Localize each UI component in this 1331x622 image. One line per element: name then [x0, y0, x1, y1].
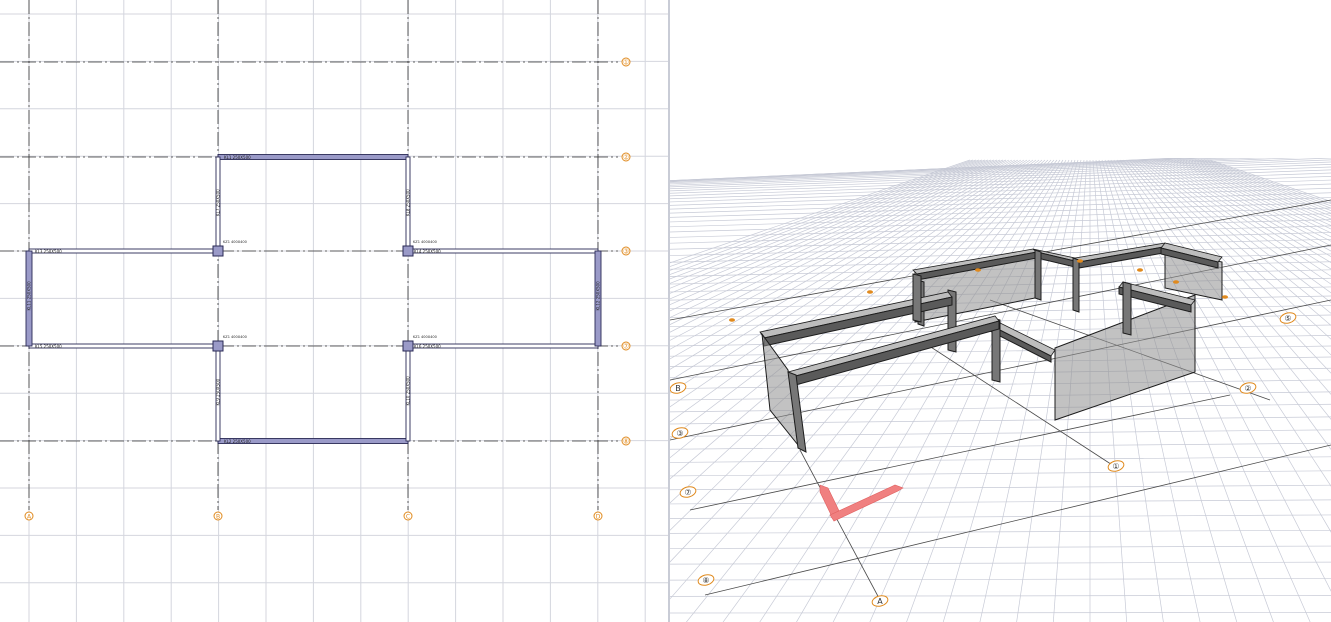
axis-dot [1173, 280, 1179, 284]
floor-line [670, 529, 1331, 534]
floor-line [906, 159, 1076, 622]
floor-line [1209, 159, 1331, 202]
axis-marker-label: D [596, 514, 601, 521]
floor-line [670, 159, 1055, 600]
floor-line [796, 159, 1067, 622]
axis-marker-label: ① [1112, 462, 1119, 471]
sky [670, 0, 1331, 158]
beam-label: KL6 250X500 [414, 344, 441, 349]
axis-marker-label: ③ [623, 248, 629, 256]
column-back[interactable] [1034, 249, 1042, 301]
model-3d-view[interactable]: ⑦ ⑧ A B ③ ② ① ⑤ [670, 0, 1331, 622]
axis-dot [867, 290, 873, 294]
axis-marker-label: A [877, 597, 883, 606]
plan-canvas[interactable]: KL1 250X500 KL2 250X500 KL3 250X500 KL4 250… [0, 0, 668, 622]
floor-line [670, 159, 1007, 325]
floor-line [670, 159, 986, 284]
axis-marker-label: ⑦ [623, 343, 629, 351]
axis-dot [1077, 259, 1083, 263]
plan-background-grid [0, 0, 668, 622]
floor-line [1131, 159, 1331, 356]
axis-marker-label: ⑦ [684, 488, 691, 497]
floor-line [1125, 159, 1331, 395]
plan-axis-lines [0, 0, 618, 510]
plan-columns[interactable]: KZ1 400X400 KZ1 400X400 KZ1 400X400 KZ1 400… [212, 240, 437, 352]
beam-label: KL9 250X500 [216, 378, 221, 405]
floor-line [670, 159, 992, 294]
beam-label: KL5 250X500 [35, 344, 62, 349]
column[interactable] [212, 245, 224, 257]
ucs-axis-icon [819, 484, 904, 522]
floor-line [670, 159, 1046, 504]
column-label: KZ1 400X400 [223, 240, 247, 244]
beam-label: KL4 250X500 [414, 249, 441, 254]
beam-label: KL11 250X500 [27, 281, 32, 311]
floor-line [670, 159, 989, 289]
axis-dot [1137, 268, 1143, 272]
floor-line [1134, 159, 1331, 340]
axis-marker-label: ② [1244, 384, 1251, 393]
floor-line [670, 545, 1331, 549]
floor-grid [670, 0, 1331, 622]
floor-line [1110, 159, 1331, 592]
floor-line [1146, 159, 1331, 294]
beam-label: KL10 250X500 [406, 376, 411, 406]
floor-line [670, 159, 971, 264]
floor-line [832, 159, 1070, 622]
floor-line [670, 159, 1052, 563]
column-label: KZ1 400X400 [413, 240, 437, 244]
floor-line [670, 159, 974, 267]
beam-label: KL12 250X500 [596, 281, 601, 311]
axis-marker-label: ② [623, 154, 629, 162]
floor-line [670, 304, 1331, 318]
floor-line [670, 159, 977, 271]
beam-label: KL2 250X500 [224, 439, 251, 444]
beam-label: KL7 250X500 [216, 189, 221, 216]
floor-line [1143, 159, 1331, 303]
column-label: KZ1 400X400 [413, 335, 437, 339]
floor-line [670, 499, 1331, 505]
plan-axis-markers: ①②③⑦⑧A B C D [24, 57, 631, 521]
axis-marker-label: C [406, 514, 410, 521]
floor-line [670, 207, 1331, 228]
floor-line [670, 561, 1331, 565]
column[interactable] [1122, 281, 1132, 336]
floor-line [670, 159, 998, 306]
axis-dot [975, 268, 981, 272]
floor-line [670, 159, 1049, 531]
floor-line [670, 416, 1331, 425]
floor-line [670, 159, 983, 280]
beam-label: KL3 250X500 [35, 249, 62, 254]
floor-line [670, 612, 1331, 614]
floor-line [1128, 159, 1331, 374]
axis-dot [1222, 295, 1228, 299]
axis-marker-label: ③ [676, 429, 683, 438]
axis-line [689, 394, 1231, 511]
axis-dot [729, 318, 735, 322]
axis-line [704, 444, 1331, 596]
beam-label: KL1 250X500 [224, 155, 251, 160]
floor-line [670, 159, 1001, 312]
column[interactable] [402, 245, 414, 257]
column-label: KZ1 400X400 [223, 335, 247, 339]
column-back[interactable] [1072, 257, 1080, 313]
column[interactable] [912, 273, 922, 323]
column[interactable] [402, 340, 414, 352]
axis-marker-label: B [675, 384, 681, 393]
column[interactable] [212, 340, 224, 352]
floor-line [670, 470, 1331, 477]
axis-marker-label: ① [623, 59, 629, 67]
floor-line [670, 202, 1331, 223]
floor-line [670, 595, 1331, 597]
axis-marker-label: ⑧ [702, 576, 709, 585]
axis-marker-label: B [216, 514, 220, 521]
plan-view[interactable]: KL1 250X500 KL2 250X500 KL3 250X500 KL4 250… [0, 0, 668, 622]
floor-line [1194, 159, 1331, 214]
axis-marker-label: ⑤ [1284, 314, 1291, 323]
model-canvas[interactable]: ⑦ ⑧ A B ③ ② ① ⑤ [670, 0, 1331, 622]
floor-line [670, 514, 1331, 519]
beam-label: KL8 250X500 [406, 189, 411, 216]
axis-marker-label: ⑧ [623, 438, 629, 446]
